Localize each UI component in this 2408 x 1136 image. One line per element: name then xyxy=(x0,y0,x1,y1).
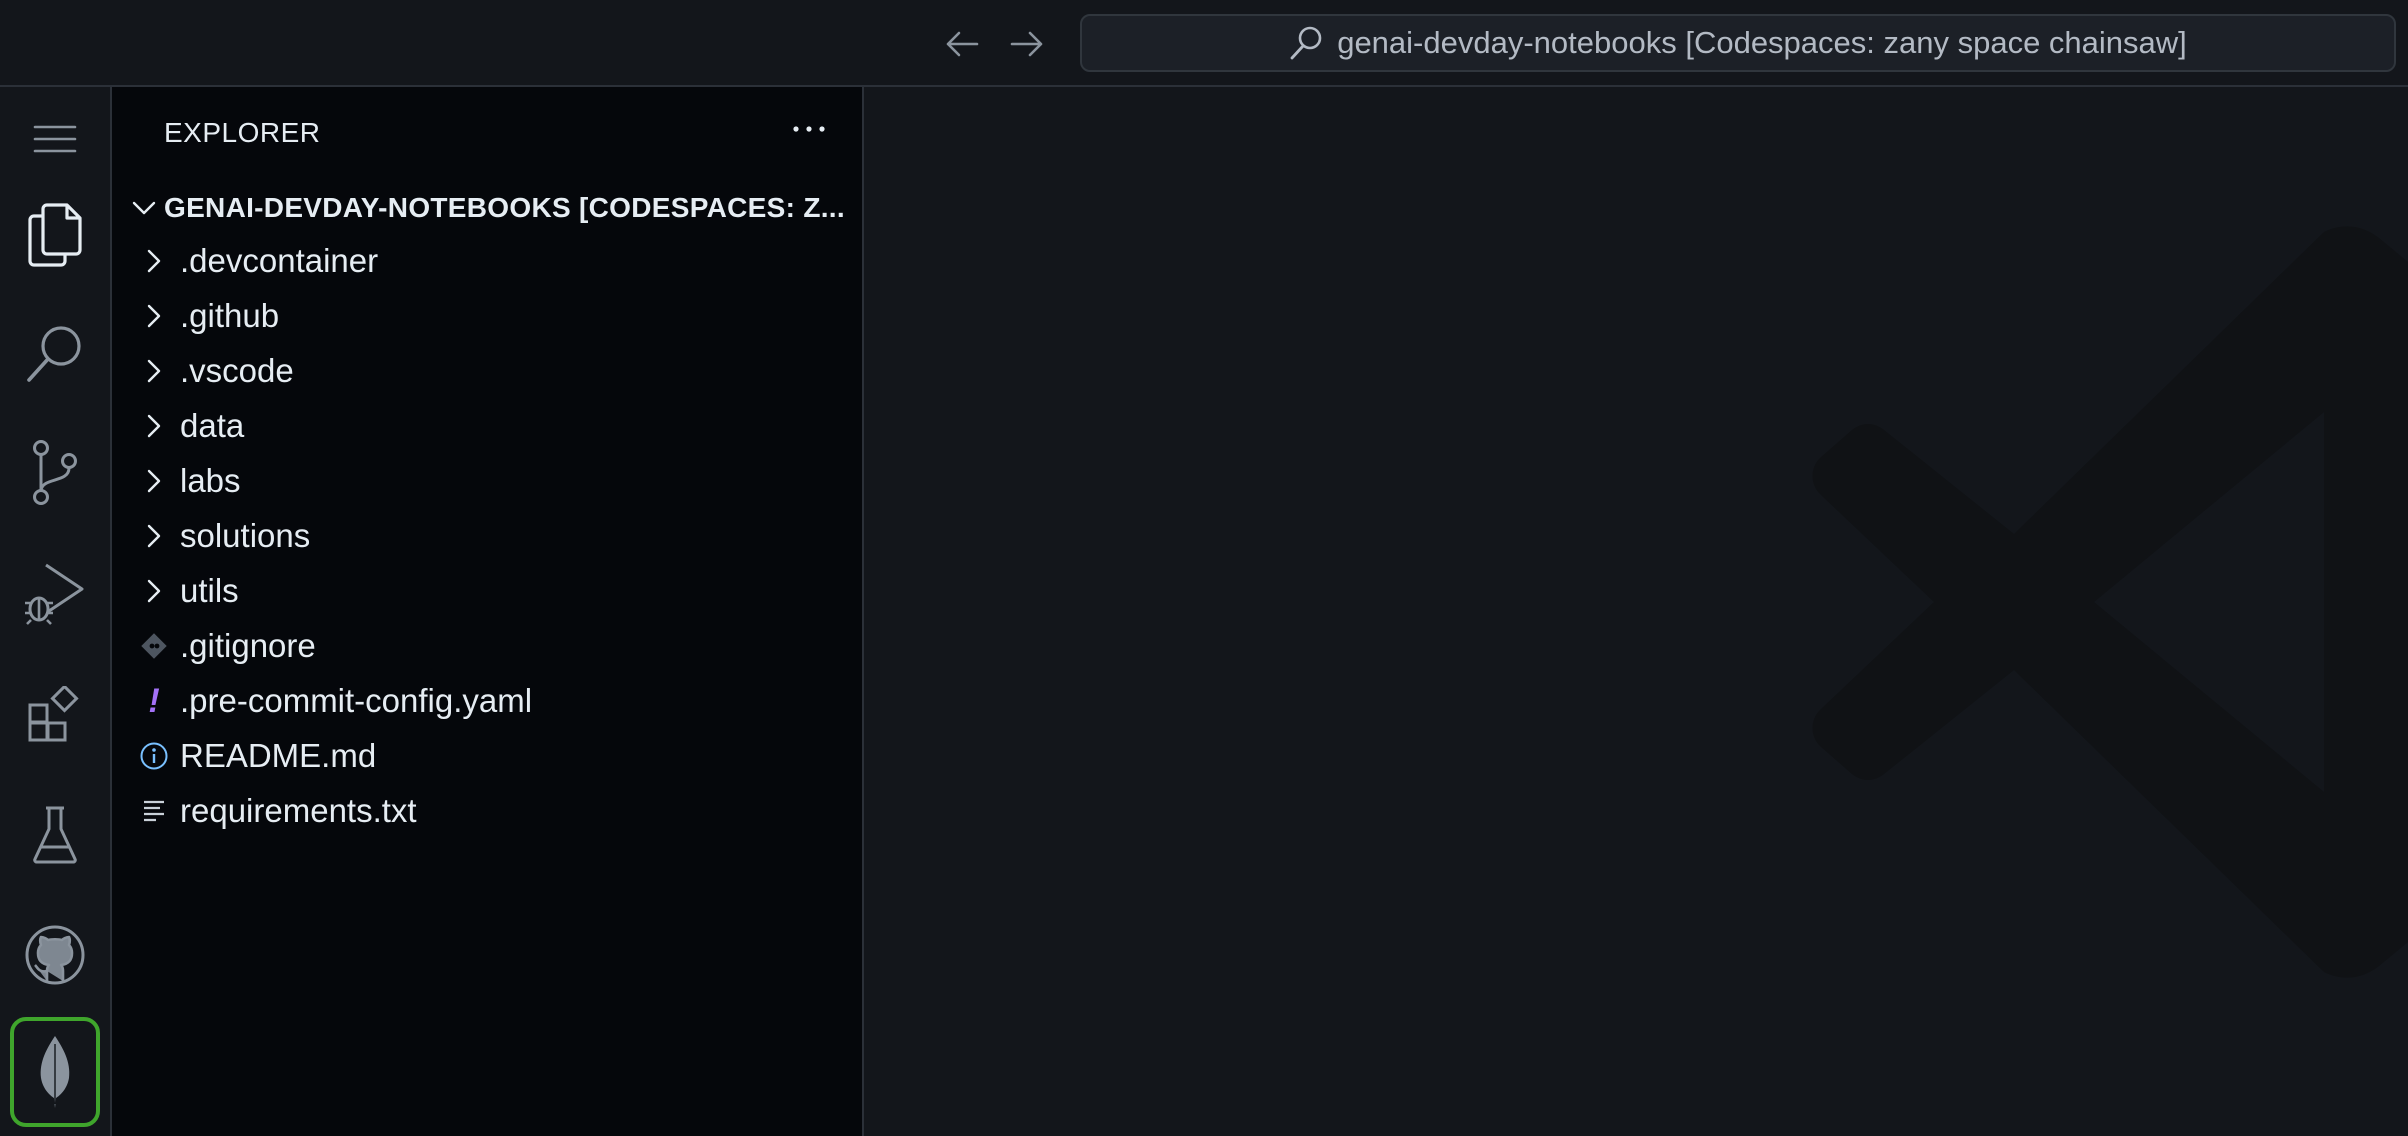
tree-item-utils[interactable]: utils xyxy=(112,563,862,618)
tree-item-requirements[interactable]: requirements.txt xyxy=(112,783,862,838)
yaml-exclamation-icon: ! xyxy=(148,681,160,720)
tree-item-github[interactable]: .github xyxy=(112,288,862,343)
tree-item-solutions[interactable]: solutions xyxy=(112,508,862,563)
title-bar: genai-devday-notebooks [Codespaces: zany… xyxy=(0,0,2408,87)
run-debug-button[interactable] xyxy=(0,543,110,643)
chevron-right-icon xyxy=(112,413,170,439)
explorer-button[interactable] xyxy=(0,185,110,285)
explorer-title: EXPLORER xyxy=(164,117,321,148)
beaker-icon xyxy=(33,806,77,864)
tree-item-label: labs xyxy=(180,461,241,499)
workspace-root[interactable]: GENAI-DEVDAY-NOTEBOOKS [CODESPACES: Z... xyxy=(112,183,862,233)
tree-item-label: solutions xyxy=(180,516,311,554)
editor-area xyxy=(864,87,2408,1136)
tree-item-label: .pre-commit-config.yaml xyxy=(180,681,533,719)
chevron-right-icon xyxy=(112,358,170,384)
tree-item-pre-commit-config[interactable]: ! .pre-commit-config.yaml xyxy=(112,673,862,728)
mongodb-button[interactable] xyxy=(10,1017,100,1127)
tree-item-label: .github xyxy=(180,296,280,334)
extensions-button[interactable] xyxy=(0,665,110,765)
command-center[interactable]: genai-devday-notebooks [Codespaces: zany… xyxy=(1080,14,2396,72)
menu-button[interactable] xyxy=(0,89,110,189)
explorer-sidebar: EXPLORER GENAI-DEVDAY-NOTEBOOKS [CODESPA… xyxy=(112,87,864,1136)
tree-item-label: .devcontainer xyxy=(180,241,379,279)
tree-item-label: utils xyxy=(180,571,239,609)
tree-item-readme[interactable]: README.md xyxy=(112,728,862,783)
chevron-right-icon xyxy=(112,303,170,329)
github-icon xyxy=(25,925,85,985)
activity-bar xyxy=(0,87,112,1136)
file-tree: .devcontainer .github .vscode data labs … xyxy=(112,233,862,838)
files-icon xyxy=(28,203,82,267)
tree-item-label: .vscode xyxy=(180,351,294,389)
chevron-right-icon xyxy=(112,248,170,274)
tree-item-label: .gitignore xyxy=(180,626,316,664)
search-view-button[interactable] xyxy=(0,305,110,405)
arrow-left-icon xyxy=(946,31,979,57)
github-button[interactable] xyxy=(0,905,110,1005)
text-lines-icon xyxy=(112,799,170,823)
chevron-right-icon xyxy=(112,578,170,604)
chevron-right-icon xyxy=(112,468,170,494)
tree-item-vscode[interactable]: .vscode xyxy=(112,343,862,398)
search-icon xyxy=(1290,26,1322,60)
mongodb-leaf-icon xyxy=(40,1036,70,1108)
workspace-root-label: GENAI-DEVDAY-NOTEBOOKS [CODESPACES: Z... xyxy=(164,192,845,223)
source-control-button[interactable] xyxy=(0,423,110,523)
info-icon xyxy=(112,741,170,771)
command-center-text: genai-devday-notebooks [Codespaces: zany… xyxy=(1337,25,2187,60)
chevron-down-icon xyxy=(112,200,164,216)
forward-button[interactable] xyxy=(1005,22,1049,66)
source-control-icon xyxy=(33,440,77,505)
git-file-icon xyxy=(112,632,170,660)
tree-item-data[interactable]: data xyxy=(112,398,862,453)
tree-item-label: requirements.txt xyxy=(180,791,417,829)
back-button[interactable] xyxy=(940,22,984,66)
chevron-right-icon xyxy=(112,523,170,549)
tree-item-label: README.md xyxy=(180,736,377,774)
hamburger-menu-icon xyxy=(33,125,77,153)
tree-item-gitignore[interactable]: .gitignore xyxy=(112,618,862,673)
arrow-right-icon xyxy=(1010,31,1043,57)
vscode-logo-watermark-icon xyxy=(1812,226,2408,978)
testing-button[interactable] xyxy=(0,785,110,885)
tree-item-devcontainer[interactable]: .devcontainer xyxy=(112,233,862,288)
ellipsis-icon xyxy=(793,126,825,132)
tree-item-label: data xyxy=(180,406,245,444)
more-actions-button[interactable] xyxy=(784,109,834,149)
extensions-icon xyxy=(28,686,79,742)
search-icon xyxy=(27,326,81,382)
tree-item-labs[interactable]: labs xyxy=(112,453,862,508)
run-debug-icon xyxy=(25,563,84,625)
